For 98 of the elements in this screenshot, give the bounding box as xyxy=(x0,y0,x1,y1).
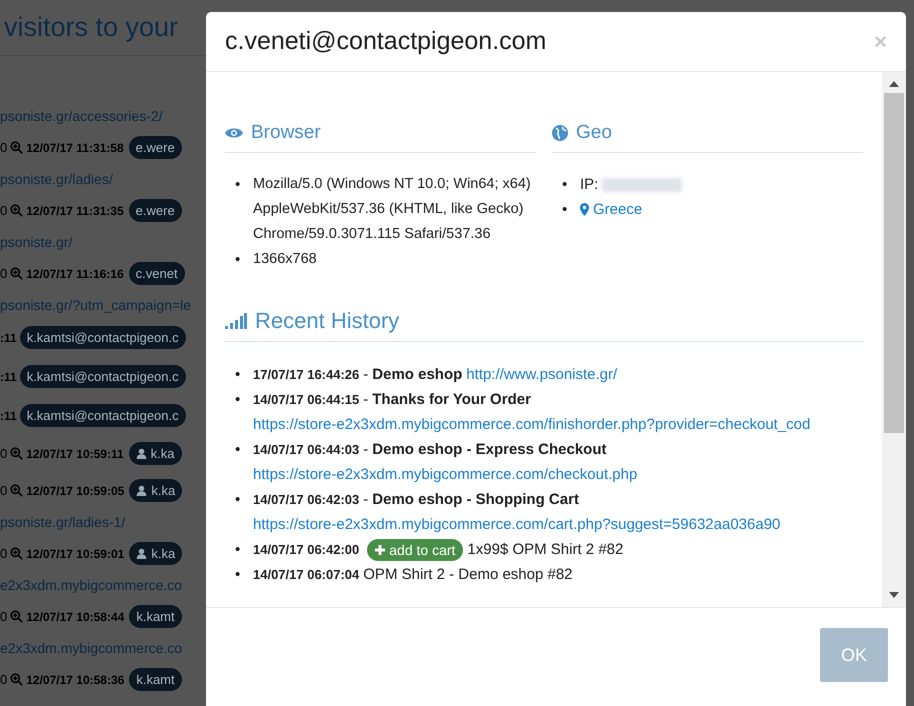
ip-label: IP: xyxy=(580,175,598,195)
section-heading: Geo xyxy=(576,121,612,145)
user-badge: k.ka xyxy=(129,478,182,502)
browser-detail: 1366x768 xyxy=(253,250,317,269)
separator: - xyxy=(363,366,368,383)
visit-time: 12/07/17 10:59:11 xyxy=(26,446,124,462)
close-button[interactable]: × xyxy=(874,30,887,52)
page-link[interactable]: https://store-e2x3xdm.mybigcommerce.com/finishorder.php?provider=checkout_cod xyxy=(253,412,810,437)
visit-time: :11 xyxy=(0,330,17,346)
event-text: OPM Shirt 2 - Demo eshop #82 xyxy=(363,566,573,583)
plus-icon xyxy=(375,544,386,554)
separator: - xyxy=(363,491,368,508)
history-time: 14/07/17 06:42:03 xyxy=(253,492,360,507)
zoom-in-icon xyxy=(10,204,24,217)
page-title: Demo eshop xyxy=(372,366,462,383)
page-link[interactable]: psoniste.gr/?utm_campaign=le xyxy=(0,294,192,316)
page-title: Thanks for Your Order xyxy=(372,391,531,408)
visit-count: 0 xyxy=(0,670,8,689)
list-bullet: • xyxy=(234,175,242,195)
page-link[interactable]: psoniste.gr/accessories-2/ xyxy=(0,106,163,126)
modal-title: c.veneti@contactpigeon.com xyxy=(225,26,546,57)
visit-time: :11 xyxy=(0,368,17,386)
visit-time: 12/07/17 10:58:36 xyxy=(26,672,124,688)
zoom-in-icon xyxy=(10,484,24,497)
user-badge: e.were xyxy=(128,198,182,222)
user-badge: k.ka xyxy=(129,542,182,566)
add-to-cart-badge: add to cart xyxy=(367,538,464,560)
list-bullet: • xyxy=(561,175,568,195)
eye-icon xyxy=(225,126,243,138)
page-link[interactable]: psoniste.gr/ladies-1/ xyxy=(0,512,126,532)
list-bullet: • xyxy=(234,490,242,510)
visit-count: 0 xyxy=(0,444,8,463)
ok-button[interactable]: OK xyxy=(820,628,888,682)
country-link[interactable]: Greece xyxy=(580,197,642,222)
list-bullet: • xyxy=(234,565,242,585)
section-heading: Browser xyxy=(251,121,321,145)
scroll-down-icon[interactable] xyxy=(889,592,899,598)
user-icon xyxy=(136,548,148,559)
visit-count: 0 xyxy=(0,482,8,500)
visit-time: 12/07/17 10:59:05 xyxy=(26,482,124,500)
list-bullet: • xyxy=(234,365,242,385)
page-title: Demo eshop - Shopping Cart xyxy=(372,491,579,508)
user-badge: k.kamt xyxy=(129,604,182,628)
visit-time: 12/07/17 11:16:16 xyxy=(26,266,124,282)
visit-time: 12/07/17 10:59:01 xyxy=(26,546,124,562)
browser-detail: Mozilla/5.0 (Windows NT 10.0; Win64; x64) AppleWebKit/537.36 (KHTML, like Gecko) Chrome/59.0.3071.115 Safari/537.36 xyxy=(253,175,532,244)
visit-count: 0 xyxy=(0,202,8,220)
zoom-in-icon xyxy=(10,267,24,280)
visit-time: 12/07/17 11:31:58 xyxy=(26,140,124,156)
user-icon xyxy=(136,485,148,496)
zoom-in-icon xyxy=(10,673,24,686)
visit-count: 0 xyxy=(0,608,8,626)
scroll-up-icon[interactable] xyxy=(889,81,899,87)
list-bullet: • xyxy=(234,250,242,270)
visit-time: 12/07/17 10:58:44 xyxy=(26,608,124,626)
visit-count: 0 xyxy=(0,544,8,563)
signal-bars-icon xyxy=(225,312,247,328)
page-link[interactable]: https://store-e2x3xdm.mybigcommerce.com/cart.php?suggest=59632aa036a90 xyxy=(253,512,780,537)
page-link[interactable]: e2x3xdm.mybigcommerce.co xyxy=(0,574,182,596)
user-badge: k.kamtsi@contactpigeon.c xyxy=(20,404,186,428)
separator: - xyxy=(363,391,368,408)
visit-time: 12/07/17 11:31:35 xyxy=(26,202,124,220)
user-badge: e.were xyxy=(128,136,182,160)
map-pin-icon xyxy=(580,203,589,216)
page-title: Demo eshop - Express Checkout xyxy=(372,441,606,458)
zoom-in-icon xyxy=(10,141,24,154)
history-time: 14/07/17 06:07:04 xyxy=(253,567,360,582)
history-time: 14/07/17 06:44:03 xyxy=(253,442,360,457)
list-bullet: • xyxy=(234,390,242,410)
user-badge: k.ka xyxy=(128,442,182,466)
zoom-in-icon xyxy=(10,447,24,460)
history-time: 17/07/17 16:44:26 xyxy=(253,367,360,382)
page-link[interactable]: psoniste.gr/ladies/ xyxy=(0,168,113,190)
history-time: 14/07/17 06:44:15 xyxy=(253,392,360,407)
visit-count: 0 xyxy=(0,138,8,157)
page-heading: visitors to your xyxy=(4,11,178,44)
page-link[interactable]: http://www.psoniste.gr/ xyxy=(466,362,618,387)
user-badge: k.kamt xyxy=(129,668,182,692)
user-badge: k.kamtsi@contactpigeon.c xyxy=(20,364,186,388)
user-badge: k.kamtsi@contactpigeon.c xyxy=(20,326,186,350)
page-link[interactable]: psoniste.gr/ xyxy=(0,232,72,252)
scrollbar[interactable] xyxy=(882,72,906,607)
list-bullet: • xyxy=(234,540,242,560)
zoom-in-icon xyxy=(10,610,24,623)
list-bullet: • xyxy=(234,440,242,460)
zoom-in-icon xyxy=(10,547,24,560)
globe-icon xyxy=(552,124,568,140)
history-time: 14/07/17 06:42:00 xyxy=(253,541,360,559)
page-link[interactable]: https://store-e2x3xdm.mybigcommerce.com/checkout.php xyxy=(253,462,638,487)
section-heading: Recent History xyxy=(255,308,400,333)
user-icon xyxy=(136,448,147,459)
visit-time: :11 xyxy=(0,408,17,424)
event-text: 1x99$ OPM Shirt 2 #82 xyxy=(467,540,624,560)
separator: - xyxy=(363,441,368,458)
visit-count: 0 xyxy=(0,264,8,283)
user-badge: c.venet xyxy=(128,262,185,286)
list-bullet: • xyxy=(561,200,568,220)
page-link[interactable]: e2x3xdm.mybigcommerce.co xyxy=(0,638,182,658)
